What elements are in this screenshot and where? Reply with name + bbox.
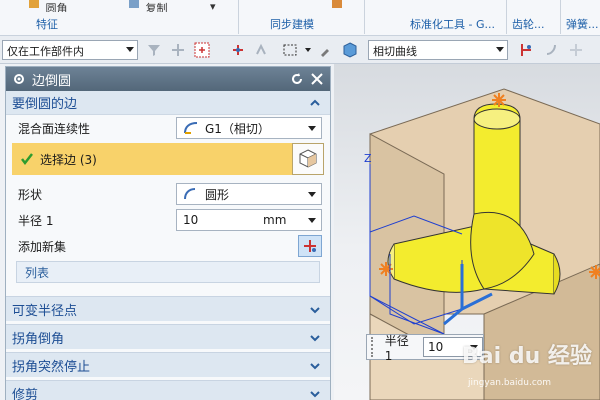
selection-scope-select[interactable]: 仅在工作部件内 bbox=[2, 40, 138, 60]
shape-select[interactable]: 圆形 bbox=[176, 183, 322, 205]
chevron-down-icon bbox=[310, 363, 320, 370]
ribbon-separator bbox=[364, 0, 365, 34]
ribbon-group-feature[interactable]: 特征 bbox=[36, 16, 58, 32]
copy-icon bbox=[129, 0, 139, 8]
add-set-icon bbox=[304, 240, 316, 252]
blend-point-marker[interactable] bbox=[379, 262, 393, 276]
add-new-set-row: 添加新集 bbox=[6, 233, 330, 259]
chevron-up-icon bbox=[310, 99, 320, 106]
select-edge-row[interactable]: 选择边 (3) bbox=[12, 143, 324, 175]
chevron-down-icon bbox=[308, 218, 316, 223]
follow-fillet-icon[interactable] bbox=[544, 42, 560, 58]
ribbon-sync-icon[interactable] bbox=[330, 0, 346, 10]
close-icon[interactable] bbox=[308, 70, 326, 88]
radius-unit: mm bbox=[263, 213, 287, 227]
add-new-set-button[interactable] bbox=[298, 235, 322, 257]
solid-cube-icon[interactable] bbox=[342, 42, 358, 58]
ribbon-group-standard-tools[interactable]: 标准化工具 - G... bbox=[410, 16, 495, 32]
chevron-down-icon bbox=[310, 307, 320, 314]
checkmark-icon bbox=[21, 153, 33, 166]
radius-input[interactable]: 10 mm bbox=[176, 209, 322, 231]
rectangle-select-icon[interactable] bbox=[282, 42, 298, 58]
edge-blend-icon bbox=[29, 0, 39, 8]
blend-continuity-row: 混合面连续性 G1（相切） bbox=[6, 115, 330, 141]
select-box-icon[interactable] bbox=[194, 42, 210, 58]
feature-curve-icon[interactable] bbox=[568, 42, 584, 58]
chevron-down-icon[interactable] bbox=[300, 42, 316, 58]
g1-tangent-icon bbox=[184, 122, 198, 134]
reset-icon[interactable] bbox=[288, 70, 306, 88]
ribbon-separator bbox=[506, 0, 507, 34]
section-trim[interactable]: 修剪 bbox=[6, 380, 330, 400]
ribbon-copy-button[interactable]: 复制 bbox=[128, 0, 178, 12]
watermark: Bai du 经验 bbox=[462, 344, 592, 369]
ribbon-dropdown-arrow[interactable]: ▾ bbox=[210, 0, 224, 12]
select-edge-button[interactable] bbox=[292, 143, 324, 175]
curve-rule-select[interactable]: 相切曲线 bbox=[368, 40, 508, 60]
snap-point-icon[interactable] bbox=[170, 42, 186, 58]
section-variable-radius[interactable]: 可变半径点 bbox=[6, 296, 330, 321]
chevron-down-icon bbox=[308, 126, 316, 131]
list-toggle[interactable]: 列表 bbox=[16, 261, 320, 283]
stop-at-intersection-icon[interactable] bbox=[518, 42, 534, 58]
blend-continuity-select[interactable]: G1（相切） bbox=[176, 117, 322, 139]
ribbon: 圆角 复制 ▾ 特征 同步建模 标准化工具 - G... 齿轮... 弹簧... bbox=[0, 0, 600, 36]
ribbon-separator bbox=[238, 0, 239, 34]
ribbon-group-sync-modeling[interactable]: 同步建模 bbox=[270, 16, 314, 32]
chevron-down-icon bbox=[126, 47, 134, 52]
ribbon-separator bbox=[560, 0, 561, 34]
drag-handle[interactable] bbox=[371, 337, 379, 357]
edge-blend-dialog: 边倒圆 要倒圆的边 混合面连续性 G1（相切） 选择边 (3) 形状 圆形 半径… bbox=[5, 66, 331, 400]
chevron-down-icon bbox=[310, 335, 320, 342]
brush-icon[interactable] bbox=[318, 42, 334, 58]
blend-point-marker[interactable] bbox=[492, 93, 506, 107]
axis-z-label: Z bbox=[364, 152, 372, 165]
circular-shape-icon bbox=[184, 188, 196, 200]
dialog-title: 边倒圆 bbox=[32, 73, 72, 89]
point-snap-icon[interactable] bbox=[230, 42, 246, 58]
selection-toolbar: 仅在工作部件内 相切曲线 bbox=[0, 36, 600, 64]
radius-row: 半径 1 10 mm bbox=[6, 207, 330, 233]
filter-icon[interactable] bbox=[146, 42, 162, 58]
chevron-down-icon bbox=[496, 47, 504, 52]
select-all-icon[interactable] bbox=[254, 42, 270, 58]
chevron-down-icon bbox=[310, 391, 320, 398]
section-edges-to-blend[interactable]: 要倒圆的边 bbox=[6, 91, 330, 115]
cube-icon bbox=[299, 149, 317, 168]
ribbon-group-gear[interactable]: 齿轮... bbox=[512, 16, 545, 32]
ribbon-group-spring[interactable]: 弹簧... bbox=[566, 16, 599, 32]
dialog-title-bar[interactable]: 边倒圆 bbox=[6, 67, 330, 91]
chevron-down-icon bbox=[308, 192, 316, 197]
gear-icon bbox=[14, 74, 24, 84]
ribbon-edge-blend-button[interactable]: 圆角 bbox=[28, 0, 68, 12]
watermark-url: jingyan.baidu.com bbox=[468, 378, 552, 388]
shape-row: 形状 圆形 bbox=[6, 181, 330, 207]
section-corner-setback[interactable]: 拐角倒角 bbox=[6, 324, 330, 349]
section-stop-short-of-corner[interactable]: 拐角突然停止 bbox=[6, 352, 330, 377]
